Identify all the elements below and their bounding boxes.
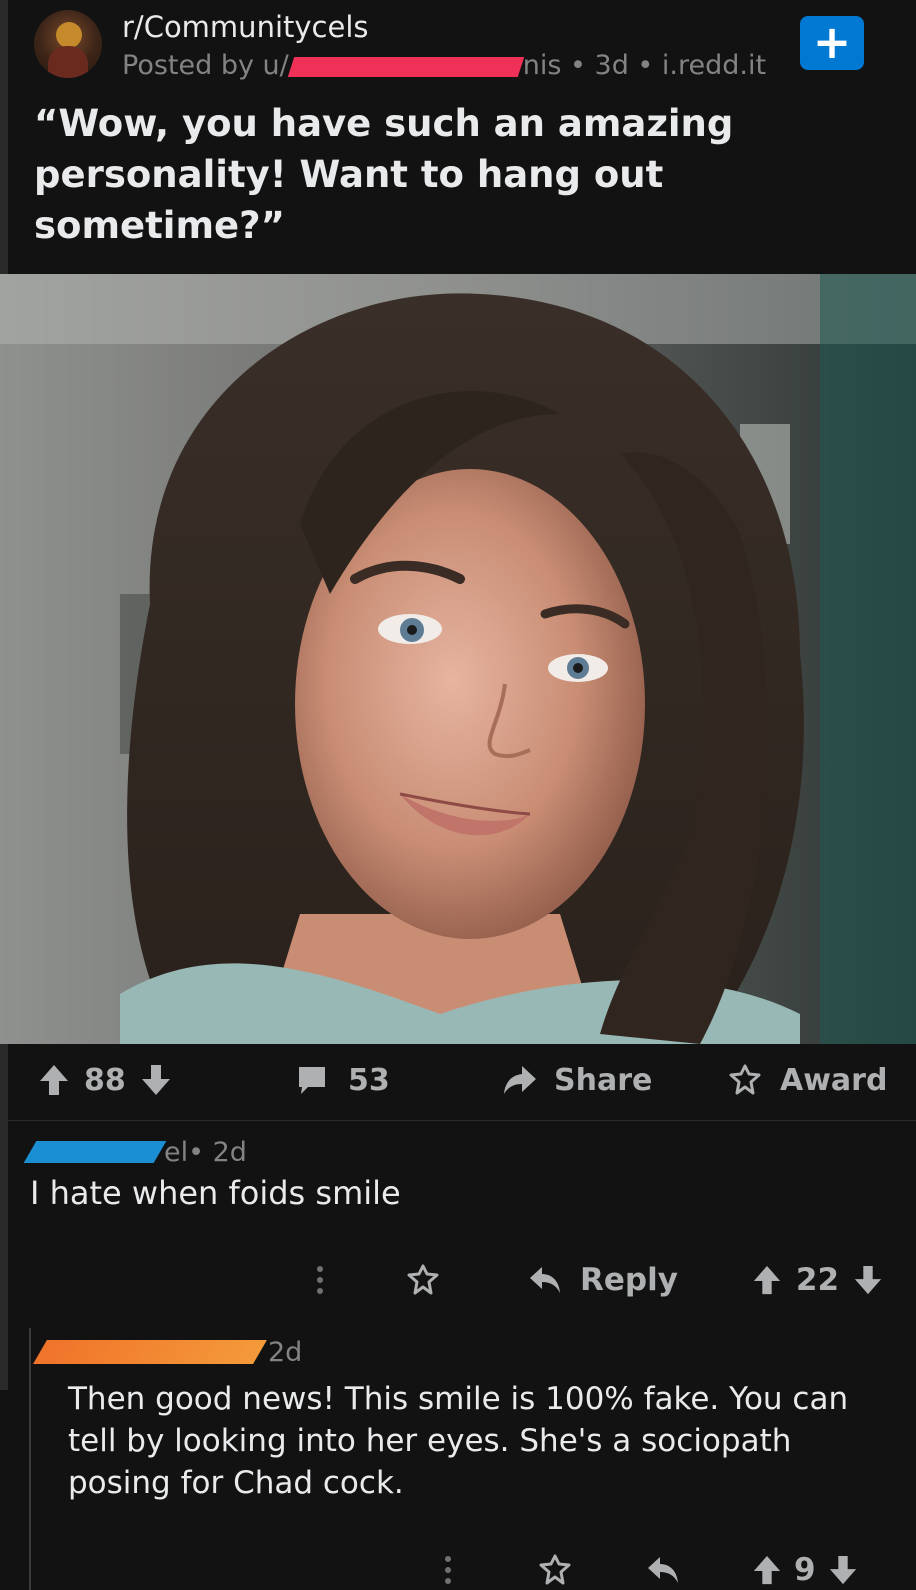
portrait-photo [0, 274, 916, 1044]
share-label: Share [554, 1062, 653, 1098]
thread-line[interactable] [29, 1328, 31, 1590]
reply-score: 9 [794, 1552, 816, 1588]
reply-body: Then good news! This smile is 100% fake.… [68, 1381, 849, 1501]
reply-arrow-icon[interactable] [646, 1555, 680, 1585]
comment-author[interactable]: el • 2d [23, 1134, 247, 1170]
downvote-arrow-icon[interactable] [853, 1264, 883, 1296]
post-meta: Posted by u/nis • 3d • i.redd.it [122, 50, 766, 81]
subreddit-name[interactable]: r/Communitycels [122, 10, 369, 44]
username-suffix[interactable]: nis [523, 50, 562, 81]
more-options-icon[interactable] [442, 1553, 454, 1587]
author-redaction [33, 1340, 267, 1364]
author-suffix: el [164, 1136, 189, 1168]
reply-author[interactable]: 2d [33, 1334, 303, 1370]
comment-score: 22 [795, 1262, 840, 1298]
comment-body: I hate when foids smile [30, 1174, 401, 1212]
post-image[interactable] [0, 274, 916, 1044]
upvote-arrow-icon[interactable] [752, 1264, 782, 1296]
upvote-arrow-icon[interactable] [38, 1063, 70, 1097]
award-icon [729, 1064, 761, 1095]
avatar-figure-head [56, 22, 82, 48]
post-vote-group: 88 [38, 1058, 172, 1102]
more-options-icon[interactable] [314, 1263, 326, 1297]
share-button[interactable]: Share [502, 1058, 652, 1102]
award-label: Award [780, 1062, 888, 1098]
post-title[interactable]: “Wow, you have such an amazing personali… [34, 98, 854, 251]
comment-actions: Reply 22 [314, 1258, 883, 1302]
author-redaction [23, 1141, 167, 1163]
post-meta-suffix: • 3d • i.redd.it [561, 50, 767, 81]
reply-arrow-icon[interactable] [528, 1265, 562, 1295]
award-icon[interactable] [406, 1263, 440, 1297]
downvote-arrow-icon[interactable] [828, 1554, 858, 1586]
reply-actions: 9 [442, 1550, 858, 1590]
post-action-bar: 88 53 Share Award [0, 1044, 916, 1121]
downvote-arrow-icon[interactable] [140, 1063, 172, 1097]
award-icon[interactable] [538, 1553, 572, 1587]
award-button[interactable]: Award [728, 1058, 887, 1102]
comment-count: 53 [348, 1062, 390, 1098]
avatar-figure-body [48, 46, 88, 78]
subreddit-avatar[interactable] [34, 10, 102, 78]
username-redaction [287, 56, 524, 77]
comment-age: • 2d [188, 1136, 247, 1168]
share-arrow-icon [504, 1066, 536, 1094]
post-score: 88 [84, 1062, 126, 1098]
post-header: r/Communitycels Posted by u/nis • 3d • i… [34, 8, 874, 88]
join-button[interactable]: + [800, 16, 864, 70]
reply-age: 2d [268, 1336, 303, 1368]
reply-button[interactable]: Reply [580, 1262, 678, 1298]
upvote-arrow-icon[interactable] [752, 1554, 782, 1586]
comment-bubble-icon [299, 1067, 325, 1094]
comments-button[interactable]: 53 [296, 1058, 390, 1102]
posted-by-label: Posted by u/ [122, 50, 289, 81]
